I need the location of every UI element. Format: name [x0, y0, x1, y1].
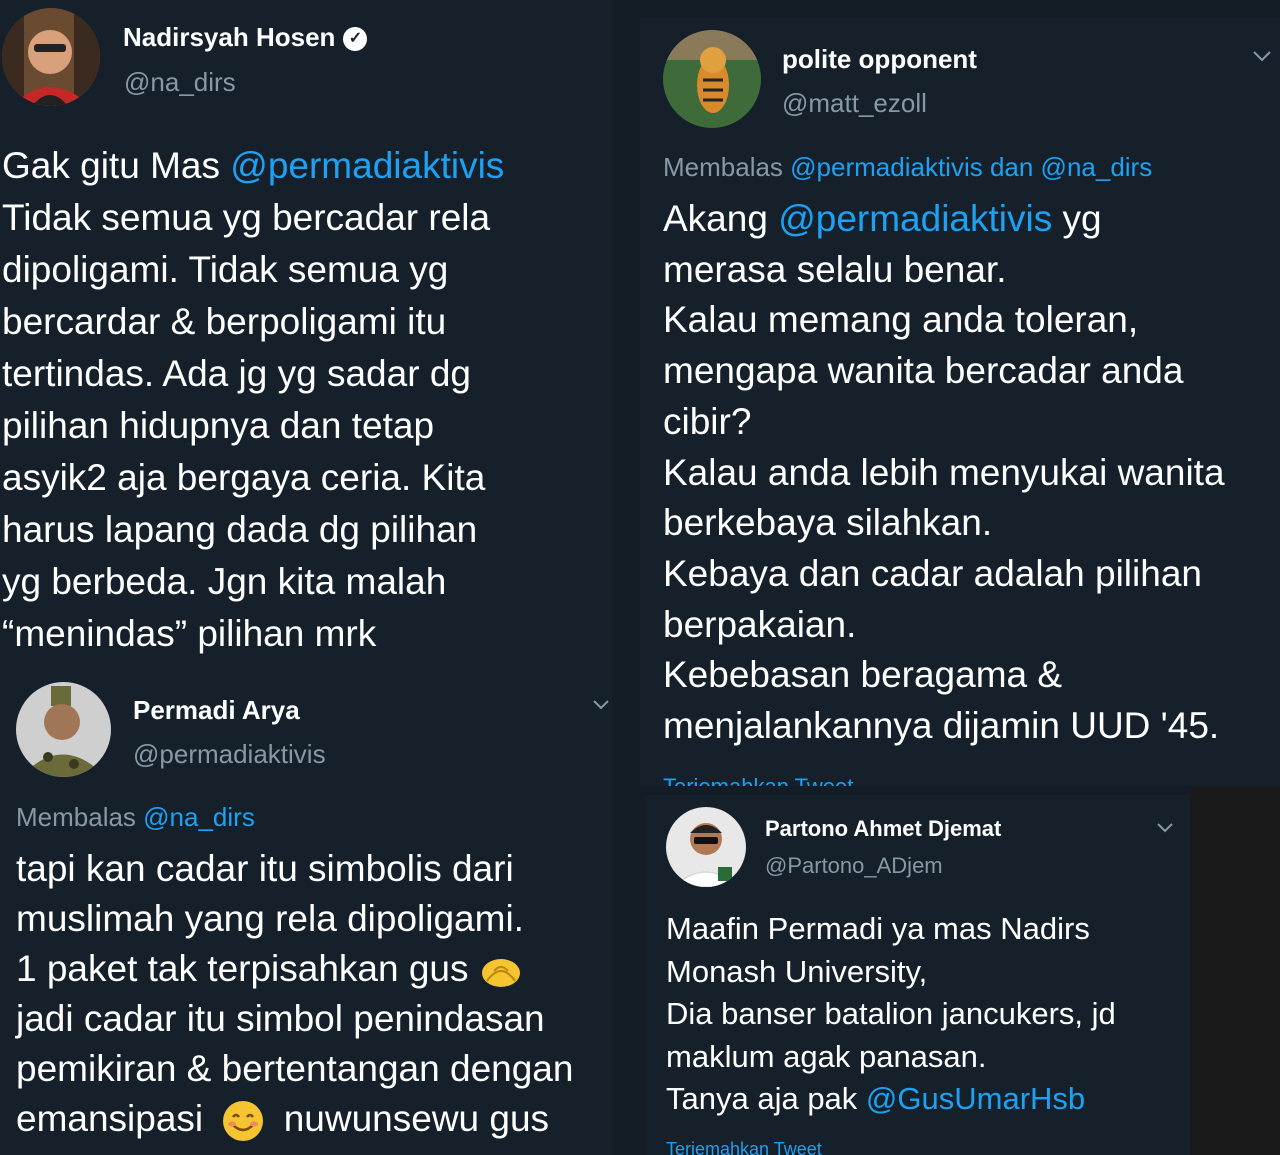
tweet-text: Gak gitu Mas @permadiaktivis Tidak semua…	[2, 145, 505, 654]
display-name[interactable]: Nadirsyah Hosen ✓	[123, 22, 368, 53]
verified-icon: ✓	[343, 27, 368, 52]
user-handle[interactable]: @permadiaktivis	[133, 739, 326, 770]
avatar-image	[663, 30, 761, 128]
chevron-down-icon[interactable]	[592, 698, 610, 716]
avatar[interactable]	[663, 30, 761, 128]
mention-link[interactable]: @permadiaktivis	[778, 198, 1052, 239]
display-name[interactable]: polite opponent	[782, 44, 977, 75]
mention-link[interactable]: @permadiaktivis dan @na_dirs	[790, 152, 1152, 182]
avatar[interactable]	[16, 682, 111, 777]
avatar[interactable]	[666, 807, 746, 887]
tweet-permadi: Permadi Arya @permadiaktivis Membalas @n…	[0, 662, 612, 1155]
tweet-text: Maafin Permadi ya mas Nadirs Monash Univ…	[666, 911, 1116, 1116]
user-handle[interactable]: @Partono_ADjem	[765, 853, 943, 879]
tweet-nadirsyah: Nadirsyah Hosen ✓ @na_dirs Gak gitu Mas @…	[0, 0, 612, 662]
avatar[interactable]	[2, 8, 100, 106]
tweet-text: Akang @permadiaktivis yg merasa selalu b…	[663, 198, 1225, 747]
display-name[interactable]: Partono Ahmet Djemat	[765, 816, 1001, 842]
smiling-face-icon	[223, 1101, 264, 1142]
tweet-partono: Partono Ahmet Djemat @Partono_ADjem Maaf…	[646, 795, 1190, 1155]
mention-link[interactable]: @GusUmarHsb	[866, 1081, 1085, 1116]
chevron-down-icon[interactable]	[1252, 50, 1272, 64]
avatar-image	[2, 8, 100, 106]
avatar-image	[16, 682, 111, 777]
display-name[interactable]: Permadi Arya	[133, 695, 300, 726]
chevron-down-icon[interactable]	[1156, 821, 1174, 833]
mention-link[interactable]: @na_dirs	[143, 802, 255, 832]
avatar-image	[666, 807, 746, 887]
folded-hands-emoji-icon	[481, 959, 520, 988]
tweet-text: tapi kan cadar itu simbolis dari muslima…	[16, 844, 573, 1144]
reply-context: Membalas @na_dirs	[16, 802, 255, 832]
reply-context: Membalas @permadiaktivis dan @na_dirs	[663, 152, 1153, 182]
background-gap	[1190, 786, 1280, 1155]
translate-link[interactable]: Terjemahkan Tweet	[666, 1139, 822, 1155]
user-handle[interactable]: @na_dirs	[124, 67, 236, 98]
mention-link[interactable]: @permadiaktivis	[230, 145, 504, 186]
user-handle[interactable]: @matt_ezoll	[782, 88, 927, 119]
tweet-polite-opponent: polite opponent @matt_ezoll Membalas @pe…	[640, 18, 1280, 786]
translate-link[interactable]: Terjemahkan Tweet	[663, 774, 853, 786]
